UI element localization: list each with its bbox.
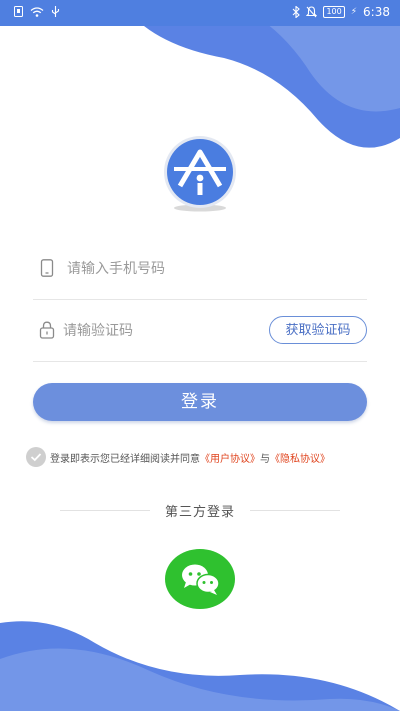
code-field-row: 获取验证码 <box>33 299 367 362</box>
battery-level: 100 <box>323 6 345 18</box>
agreement-conjunction: 与 <box>260 453 270 465</box>
charging-icon: ⚡ <box>350 7 358 17</box>
bottom-wave-decoration <box>0 621 400 711</box>
third-party-divider: 第三方登录 <box>60 500 340 520</box>
divider-line-right <box>250 510 340 511</box>
agreement-row: 登录即表示您已经详细阅读并同意 《用户协议》 与 《隐私协议》 <box>26 446 330 468</box>
login-button[interactable]: 登录 <box>33 383 367 421</box>
phone-field-row <box>33 237 367 300</box>
get-code-button[interactable]: 获取验证码 <box>269 316 367 344</box>
lock-icon <box>39 321 55 339</box>
wifi-icon <box>30 6 44 17</box>
status-right: 100 ⚡ 6:38 <box>292 5 390 19</box>
sim-icon <box>14 6 23 17</box>
agreement-checkbox[interactable] <box>26 447 46 467</box>
agreement-text: 登录即表示您已经详细阅读并同意 <box>50 453 200 465</box>
status-bar: 100 ⚡ 6:38 <box>0 0 400 26</box>
status-time: 6:38 <box>363 5 390 19</box>
bluetooth-icon <box>293 6 301 18</box>
phone-icon <box>40 259 54 277</box>
wechat-login-button[interactable] <box>165 549 235 609</box>
check-icon <box>30 453 42 462</box>
usb-icon <box>51 6 60 17</box>
app-logo <box>164 136 236 212</box>
privacy-policy-link[interactable]: 《隐私协议》 <box>270 450 330 465</box>
user-agreement-link[interactable]: 《用户协议》 <box>200 450 260 465</box>
mute-icon <box>306 6 318 18</box>
wechat-icon <box>182 564 220 595</box>
phone-input[interactable] <box>65 255 289 283</box>
status-left <box>14 6 60 17</box>
code-input[interactable] <box>61 317 285 345</box>
